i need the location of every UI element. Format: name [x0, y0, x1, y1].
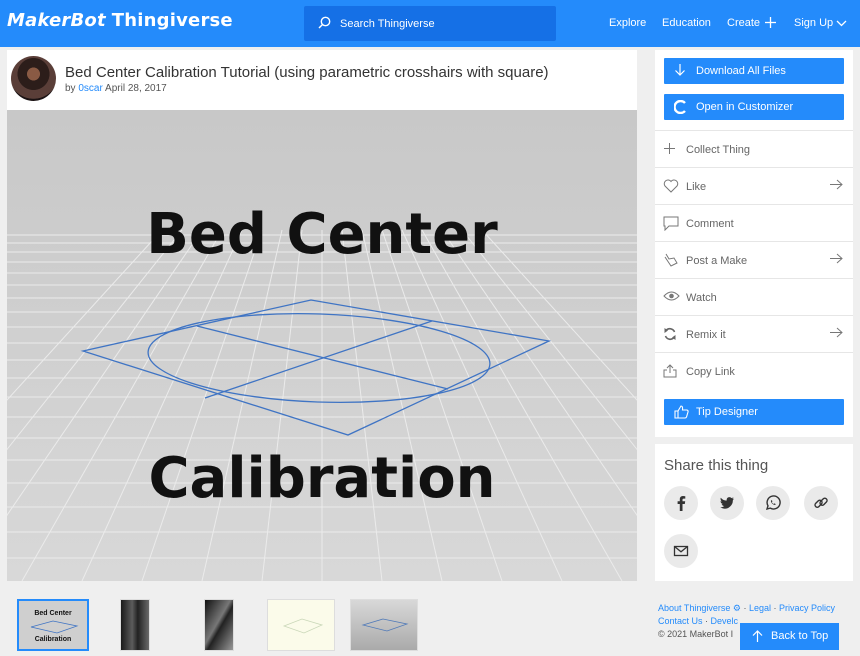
email-icon [673, 545, 689, 557]
copy-link-button[interactable]: Copy Link [655, 352, 853, 389]
back-to-top-button[interactable]: Back to Top [740, 623, 839, 650]
share-title: Share this thing [664, 457, 769, 474]
image-title-line2: Calibration [148, 446, 496, 511]
thumbnail-crosshair-gray [361, 618, 409, 632]
share-link-button[interactable] [804, 486, 838, 520]
remix-it-button[interactable]: Remix it [655, 315, 853, 352]
post-a-make-button[interactable]: Post a Make [655, 241, 853, 278]
arrow-right-icon[interactable] [830, 253, 843, 264]
actions-sidebar: Download All Files Open in Customizer Co… [655, 50, 853, 437]
remix-it-label: Remix it [686, 329, 726, 341]
comment-label: Comment [686, 218, 734, 230]
footer-about-link[interactable]: About Thingiverse [658, 603, 730, 613]
collect-thing-button[interactable]: Collect Thing [655, 130, 853, 167]
nav-explore[interactable]: Explore [609, 17, 646, 29]
facebook-icon [677, 496, 686, 511]
publish-date: April 28, 2017 [105, 83, 167, 94]
download-all-files-label: Download All Files [696, 65, 786, 77]
footer-legal-link[interactable]: Legal [749, 603, 771, 613]
avatar[interactable] [11, 56, 56, 101]
heart-icon [663, 179, 679, 193]
arrow-right-icon[interactable] [830, 179, 843, 190]
customizer-icon [674, 100, 686, 114]
hand-icon [664, 253, 678, 267]
image-title-line1: Bed Center [146, 202, 498, 267]
share-panel: Share this thing [655, 444, 853, 581]
thing-main-card: Bed Center Calibration Tutorial (using p… [7, 50, 637, 581]
remix-icon [664, 328, 676, 340]
search-input[interactable] [340, 14, 540, 34]
thumbnail-5[interactable] [350, 599, 418, 651]
download-all-files-button[interactable]: Download All Files [664, 58, 844, 84]
top-navigation-bar: MakerBotThingiverse Explore Education Cr… [0, 0, 860, 47]
twitter-icon [720, 497, 734, 509]
tip-designer-label: Tip Designer [696, 406, 758, 418]
thing-byline: by 0scar April 28, 2017 [65, 83, 167, 94]
post-a-make-label: Post a Make [686, 255, 748, 267]
byline-prefix: by [65, 83, 76, 94]
thumbnail-text-line1: Bed Center [34, 610, 72, 617]
search-icon [318, 16, 331, 29]
page-title: Bed Center Calibration Tutorial (using p… [65, 64, 549, 81]
thumbnail-3[interactable] [204, 599, 234, 651]
chevron-down-icon[interactable] [836, 20, 847, 27]
open-in-customizer-label: Open in Customizer [696, 101, 794, 113]
thumbnail-crosshair-light [282, 618, 324, 634]
nav-education[interactable]: Education [662, 17, 711, 29]
nav-sign-up[interactable]: Sign Up [794, 17, 833, 29]
back-to-top-label: Back to Top [771, 630, 829, 642]
whatsapp-icon [765, 495, 781, 511]
link-icon [814, 497, 828, 508]
thumbnail-text-line2: Calibration [34, 636, 72, 643]
thing-main-image[interactable]: Bed Center Calibration [7, 110, 637, 581]
download-icon [675, 64, 685, 76]
comment-icon [663, 216, 679, 231]
like-button[interactable]: Like [655, 167, 853, 204]
nav-create[interactable]: Create [727, 17, 760, 29]
footer-developers-link[interactable]: Develc [711, 616, 739, 626]
watch-button[interactable]: Watch [655, 278, 853, 315]
comment-button[interactable]: Comment [655, 204, 853, 241]
share-email-button[interactable] [664, 534, 698, 568]
thumbs-up-icon [674, 405, 689, 419]
open-in-customizer-button[interactable]: Open in Customizer [664, 94, 844, 120]
logo-thingiverse-text: Thingiverse [111, 10, 233, 31]
share-icon [663, 364, 677, 378]
like-label: Like [686, 181, 707, 193]
thumbnail-4[interactable] [267, 599, 335, 651]
plus-icon [664, 143, 675, 154]
thumbnail-2[interactable] [120, 599, 150, 651]
share-whatsapp-button[interactable] [756, 486, 790, 520]
arrow-up-icon [752, 630, 763, 642]
footer-contact-link[interactable]: Contact Us [658, 616, 703, 626]
footer-settings-icon: ⚙ [732, 603, 741, 613]
copy-link-label: Copy Link [686, 366, 735, 378]
eye-icon [663, 291, 680, 301]
arrow-right-icon[interactable] [830, 327, 843, 338]
share-twitter-button[interactable] [710, 486, 744, 520]
footer-privacy-link[interactable]: Privacy Policy [779, 603, 835, 613]
tip-designer-button[interactable]: Tip Designer [664, 399, 844, 425]
thumbnail-crosshair [30, 620, 79, 634]
thumbnail-1[interactable]: Bed Center Calibration [17, 599, 89, 651]
search-box[interactable] [304, 6, 556, 41]
watch-label: Watch [686, 292, 717, 304]
logo-makerbot-text: MakerBot [7, 10, 106, 31]
thingiverse-logo[interactable]: MakerBot Thingiverse [7, 10, 233, 31]
share-facebook-button[interactable] [664, 486, 698, 520]
author-link[interactable]: 0scar [78, 83, 102, 94]
create-plus-icon[interactable] [765, 17, 776, 28]
collect-thing-label: Collect Thing [686, 144, 750, 156]
